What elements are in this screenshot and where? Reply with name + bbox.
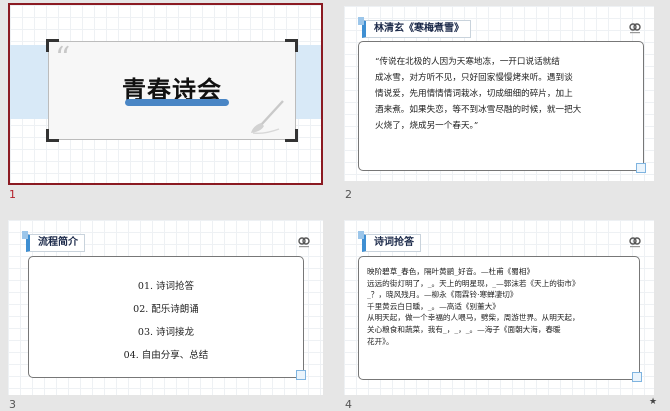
logo-icon (629, 237, 641, 248)
slide-number: 4 (345, 398, 352, 411)
slide-header-tag: 流程简介 (22, 231, 85, 252)
agenda-item: 02. 配乐诗朗诵 (133, 304, 199, 315)
agenda-item: 01. 诗词抢答 (137, 281, 195, 292)
quote-line: 成冰雪，对方听不见，只好回家慢慢烤来听。遇到谈 (375, 73, 573, 83)
agenda-list: 01. 诗词抢答 02. 配乐诗朗诵 03. 诗词接龙 04. 自由分享、总结 (29, 275, 303, 367)
quiz-line: 映阶碧草_春色，隔叶黄鹂_好音。—杜甫《蜀相》 (367, 267, 535, 276)
agenda-card: 01. 诗词抢答 02. 配乐诗朗诵 03. 诗词接龙 04. 自由分享、总结 (28, 256, 306, 380)
slide-3-thumbnail[interactable]: 流程简介 01. 诗词抢答 02. 配乐诗朗诵 03. 诗词接龙 04. 自由分… (8, 220, 323, 395)
tag-accent (22, 231, 28, 239)
agenda-item: 04. 自由分享、总结 (123, 350, 209, 361)
card-corner-decoration (632, 372, 642, 382)
quiz-line: 远远的街灯明了，_。天上的明星现，_—郭沫若《天上的街市》 (367, 278, 580, 288)
slide-number: 2 (345, 188, 352, 201)
slide-number: 3 (9, 398, 16, 411)
logo-icon (298, 237, 310, 248)
quiz-line: _？，晓风残月。—柳永《雨霖铃·寒蝉凄切》 (367, 290, 518, 300)
quiz-line: 从明天起，做一个幸福的人喂马，劈柴，周游世界。从明天起， (367, 313, 580, 323)
slide-2-thumbnail[interactable]: 林清玄《寒梅煮雪》 “传说在北极的人因为天寒地冻，一开口说话就结 成冰雪，对方听… (344, 6, 654, 181)
slide-4-thumbnail[interactable]: 诗词抢答 映阶碧草_春色，隔叶黄鹂_好音。—杜甫《蜀相》 远远的街灯明了，_。天… (344, 220, 654, 395)
card-corner-decoration (296, 370, 306, 380)
slide-header-text: 林清玄《寒梅煮雪》 (374, 23, 464, 34)
quote-card: “传说在北极的人因为天寒地冻，一开口说话就结 成冰雪，对方听不见，只好回家慢慢烤… (358, 41, 646, 173)
tag-accent (358, 231, 364, 239)
logo-icon (629, 23, 641, 34)
card-corner-decoration (636, 163, 646, 173)
brush-icon (251, 100, 284, 134)
quiz-line: 关心粮食和蔬菜，我有_，_，_。—海子《面朝大海，春暖 (367, 324, 561, 334)
star-icon: ★ (649, 397, 658, 407)
slide-1-thumbnail[interactable]: “ 青春诗会 (8, 3, 323, 185)
slide-header-tag: 诗词抢答 (358, 231, 421, 252)
quote-line: 情说爱，先用情情情词栽冰，切成细细的碎片，加上 (375, 89, 573, 99)
slide-header-tag: 林清玄《寒梅煮雪》 (358, 17, 471, 38)
title-underline-bar (125, 99, 229, 106)
agenda-item: 03. 诗词接龙 (137, 327, 195, 338)
quote-line: “传说在北极的人因为天寒地冻，一开口说话就结 (375, 57, 560, 67)
quiz-text: 映阶碧草_春色，隔叶黄鹂_好音。—杜甫《蜀相》 远远的街灯明了，_。天上的明星现… (367, 266, 633, 347)
slide-number: 1 (9, 188, 16, 201)
quiz-line: 千里黄云白日曛，_。—高适《别董大》 (367, 301, 500, 311)
title-frame: “ 青春诗会 (46, 39, 298, 142)
quote-text: “传说在北极的人因为天寒地冻，一开口说话就结 成冰雪，对方听不见，只好回家慢慢烤… (375, 54, 631, 134)
tag-accent (358, 17, 364, 25)
frame-corner (46, 129, 59, 142)
quote-line: 火烧了，烧成另一个春天。” (375, 121, 479, 131)
frame-corner (285, 39, 298, 52)
slide-header-text: 诗词抢答 (374, 237, 414, 248)
quiz-card: 映阶碧草_春色，隔叶黄鹂_好音。—杜甫《蜀相》 远远的街灯明了，_。天上的明星现… (358, 256, 642, 382)
quote-line: 酒来煮。如果失恋，等不到冰雪尽融的时候，就一把大 (375, 105, 582, 115)
quiz-line: 花开》。 (367, 336, 394, 346)
slide-header-text: 流程简介 (38, 237, 78, 248)
